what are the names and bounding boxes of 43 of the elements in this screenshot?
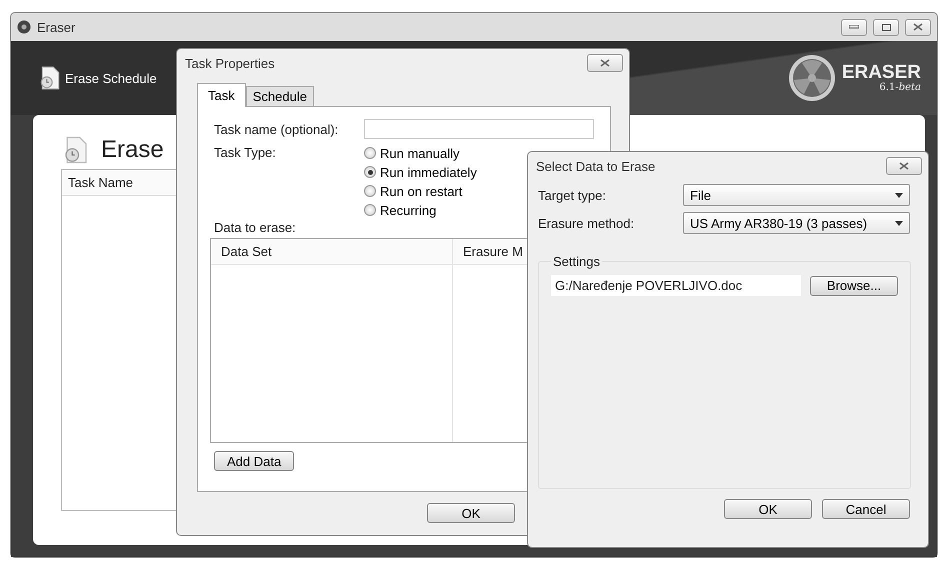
- field-label: Erasure method:: [538, 216, 636, 230]
- tab[interactable]: Task: [197, 83, 246, 107]
- app-icon: [17, 20, 31, 34]
- task-name-field[interactable]: [364, 119, 594, 139]
- radio-option[interactable]: Recurring: [364, 202, 477, 218]
- column-header: Data Set: [211, 239, 452, 265]
- close-button[interactable]: [587, 54, 623, 72]
- maximize-icon: [882, 24, 890, 30]
- maximize-button[interactable]: [873, 18, 899, 36]
- file-path-field[interactable]: G:/Naređenje POVERLJIVO.doc: [551, 275, 801, 296]
- logo-text: ERASER: [842, 63, 921, 82]
- close-icon: [899, 162, 909, 170]
- minimize-button[interactable]: [841, 18, 867, 36]
- page-heading: Erase: [101, 136, 164, 164]
- radio-option[interactable]: Run immediately: [364, 164, 477, 180]
- browse-button[interactable]: Browse...: [810, 276, 898, 296]
- dialog-title: Select Data to Erase: [536, 158, 656, 174]
- add-data-button[interactable]: Add Data: [214, 451, 294, 471]
- column-header: Task Name: [68, 175, 134, 190]
- dropdown[interactable]: US Army AR380-19 (3 passes): [683, 212, 910, 234]
- section-label: Data to erase:: [214, 220, 296, 235]
- minimize-icon: [849, 25, 859, 29]
- window-title: Eraser: [37, 20, 76, 34]
- dropdown-arrow-icon: [895, 220, 903, 226]
- close-button[interactable]: [886, 157, 922, 175]
- ok-button[interactable]: OK: [427, 503, 515, 523]
- version-text: 6.1-beta: [878, 82, 921, 93]
- close-icon: [600, 59, 610, 67]
- erase-schedule-button[interactable]: Erase Schedule: [37, 65, 157, 91]
- close-icon: [913, 23, 923, 31]
- dialog-button[interactable]: Cancel: [822, 499, 910, 519]
- logo-icon: [788, 54, 836, 102]
- field-label: Task Type:: [214, 145, 277, 160]
- tab[interactable]: Schedule: [246, 86, 314, 106]
- field-label: Target type:: [538, 188, 607, 202]
- field-label: Task name (optional):: [214, 122, 340, 136]
- dropdown-arrow-icon: [895, 192, 903, 198]
- close-button[interactable]: [905, 18, 931, 36]
- radio-option[interactable]: Run manually: [364, 145, 477, 161]
- dialog-button[interactable]: OK: [724, 499, 812, 519]
- dialog-title: Task Properties: [185, 56, 275, 70]
- radio-option[interactable]: Run on restart: [364, 183, 477, 199]
- dropdown[interactable]: File: [683, 184, 910, 206]
